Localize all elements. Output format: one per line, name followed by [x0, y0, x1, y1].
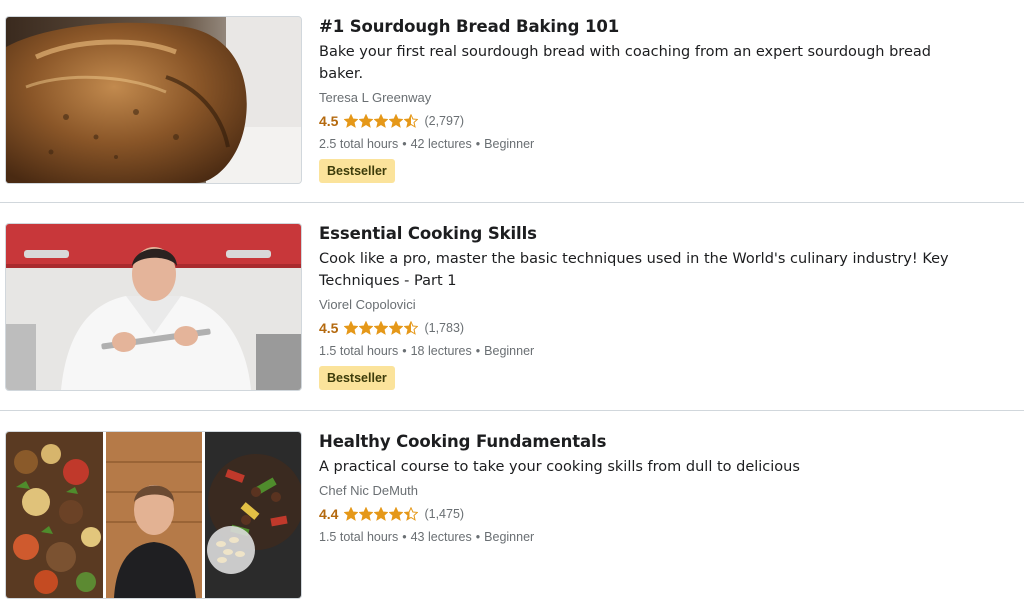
meta-separator: • — [475, 530, 481, 544]
star-icon — [344, 507, 359, 521]
star-icon — [359, 507, 374, 521]
course-card[interactable]: #1 Sourdough Bread Baking 101 Bake your … — [0, 0, 1024, 202]
course-level: Beginner — [484, 530, 535, 544]
course-info: Healthy Cooking Fundamentals A practical… — [319, 431, 1004, 546]
course-info: #1 Sourdough Bread Baking 101 Bake your … — [319, 16, 1004, 183]
total-hours: 2.5 total hours — [319, 137, 399, 151]
course-level: Beginner — [484, 344, 535, 358]
course-list: #1 Sourdough Bread Baking 101 Bake your … — [0, 0, 1024, 609]
course-thumbnail-cooking-skills[interactable] — [5, 223, 302, 391]
total-hours: 1.5 total hours — [319, 344, 399, 358]
course-card[interactable]: Healthy Cooking Fundamentals A practical… — [0, 411, 1024, 609]
chef-image — [6, 224, 301, 390]
total-hours: 1.5 total hours — [319, 530, 399, 544]
review-count: (1,475) — [424, 507, 465, 521]
star-icon — [389, 507, 404, 521]
food-collage-image — [6, 432, 301, 598]
star-icon — [389, 321, 404, 335]
course-title[interactable]: Healthy Cooking Fundamentals — [319, 431, 1004, 453]
star-icon — [374, 507, 389, 521]
meta-separator: • — [475, 344, 481, 358]
review-count: (1,783) — [424, 321, 465, 335]
lecture-count: 18 lectures — [410, 344, 472, 358]
course-headline: A practical course to take your cooking … — [319, 459, 800, 475]
lecture-count: 42 lectures — [410, 137, 472, 151]
rating-number: 4.5 — [319, 320, 339, 336]
star-icon — [374, 321, 389, 335]
rating-stars — [344, 114, 419, 128]
course-headline: Bake your first real sourdough bread wit… — [319, 44, 931, 82]
course-info: Essential Cooking Skills Cook like a pro… — [319, 223, 1004, 390]
rating-stars — [344, 507, 419, 521]
star-icon — [404, 507, 419, 521]
course-instructor: Teresa L Greenway — [319, 90, 432, 105]
rating-row: 4.5 (2,797) — [319, 111, 1004, 131]
rating-stars — [344, 321, 419, 335]
course-instructor: Chef Nic DeMuth — [319, 483, 418, 498]
sourdough-bread-image — [6, 17, 301, 183]
course-meta: 1.5 total hours • 18 lectures • Beginner — [319, 342, 1004, 360]
star-icon — [359, 114, 374, 128]
meta-separator: • — [402, 530, 407, 544]
star-icon — [359, 321, 374, 335]
star-icon — [404, 321, 419, 335]
star-icon — [389, 114, 404, 128]
bestseller-badge: Bestseller — [319, 366, 395, 390]
meta-separator: • — [475, 137, 481, 151]
course-thumbnail-healthy-cooking[interactable] — [5, 431, 302, 599]
meta-separator: • — [402, 344, 407, 358]
star-icon — [344, 114, 359, 128]
star-icon — [344, 321, 359, 335]
course-title[interactable]: Essential Cooking Skills — [319, 223, 1004, 245]
lecture-count: 43 lectures — [410, 530, 472, 544]
rating-row: 4.4 (1,475) — [319, 504, 1004, 524]
course-headline: Cook like a pro, master the basic techni… — [319, 251, 949, 289]
course-thumbnail-sourdough[interactable] — [5, 16, 302, 184]
course-title[interactable]: #1 Sourdough Bread Baking 101 — [319, 16, 1004, 38]
bestseller-badge: Bestseller — [319, 159, 395, 183]
star-icon — [374, 114, 389, 128]
course-meta: 1.5 total hours • 43 lectures • Beginner — [319, 528, 1004, 546]
rating-row: 4.5 (1,783) — [319, 318, 1004, 338]
star-icon — [404, 114, 419, 128]
rating-number: 4.4 — [319, 506, 339, 522]
rating-number: 4.5 — [319, 113, 339, 129]
course-instructor: Viorel Copolovici — [319, 297, 416, 312]
course-meta: 2.5 total hours • 42 lectures • Beginner — [319, 135, 1004, 153]
review-count: (2,797) — [424, 114, 465, 128]
meta-separator: • — [402, 137, 407, 151]
course-card[interactable]: Essential Cooking Skills Cook like a pro… — [0, 203, 1024, 410]
course-level: Beginner — [484, 137, 535, 151]
